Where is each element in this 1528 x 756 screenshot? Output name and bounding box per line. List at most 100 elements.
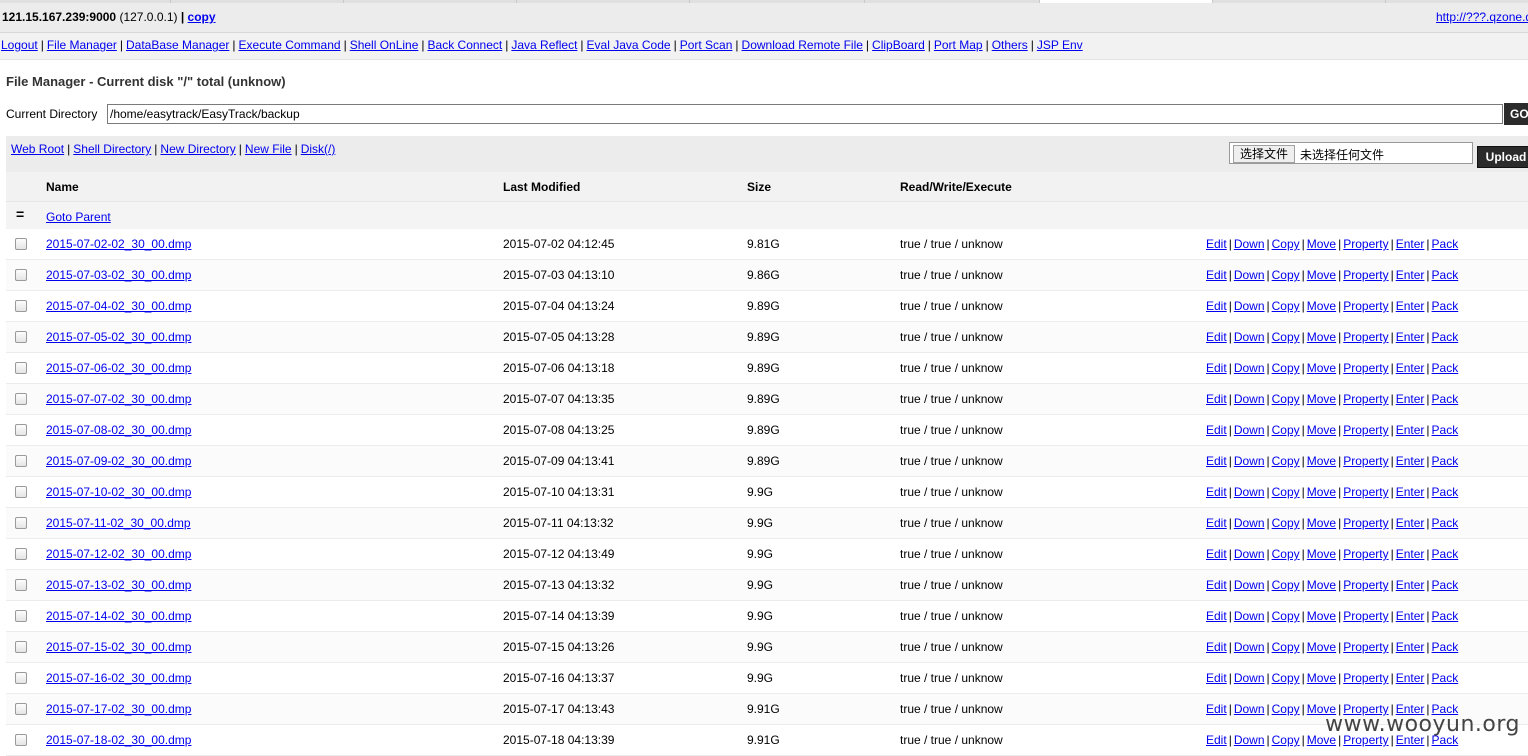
action-move-link[interactable]: Move <box>1307 392 1336 406</box>
nav-link-shell-online[interactable]: Shell OnLine <box>350 38 419 52</box>
action-move-link[interactable]: Move <box>1307 485 1336 499</box>
row-checkbox[interactable] <box>15 269 27 281</box>
nav-link-port-map[interactable]: Port Map <box>934 38 983 52</box>
action-property-link[interactable]: Property <box>1343 361 1388 375</box>
file-name-link[interactable]: 2015-07-09-02_30_00.dmp <box>46 454 191 468</box>
toolbar-link-new-directory[interactable]: New Directory <box>160 142 235 156</box>
action-enter-link[interactable]: Enter <box>1396 578 1425 592</box>
action-property-link[interactable]: Property <box>1343 454 1388 468</box>
toolbar-link-disk[interactable]: Disk(/) <box>301 142 336 156</box>
file-name-link[interactable]: 2015-07-06-02_30_00.dmp <box>46 361 191 375</box>
action-edit-link[interactable]: Edit <box>1206 330 1227 344</box>
action-copy-link[interactable]: Copy <box>1272 423 1300 437</box>
file-name-link[interactable]: 2015-07-12-02_30_00.dmp <box>46 547 191 561</box>
action-down-link[interactable]: Down <box>1234 330 1265 344</box>
row-checkbox[interactable] <box>15 579 27 591</box>
nav-link-jsp-env[interactable]: JSP Env <box>1037 38 1083 52</box>
toolbar-link-web-root[interactable]: Web Root <box>11 142 64 156</box>
action-property-link[interactable]: Property <box>1343 485 1388 499</box>
action-enter-link[interactable]: Enter <box>1396 268 1425 282</box>
action-move-link[interactable]: Move <box>1307 423 1336 437</box>
row-checkbox[interactable] <box>15 238 27 250</box>
action-enter-link[interactable]: Enter <box>1396 609 1425 623</box>
action-edit-link[interactable]: Edit <box>1206 237 1227 251</box>
row-checkbox[interactable] <box>15 300 27 312</box>
action-move-link[interactable]: Move <box>1307 640 1336 654</box>
row-checkbox[interactable] <box>15 703 27 715</box>
file-name-link[interactable]: 2015-07-11-02_30_00.dmp <box>46 516 191 530</box>
file-name-link[interactable]: 2015-07-02-02_30_00.dmp <box>46 237 191 251</box>
action-copy-link[interactable]: Copy <box>1272 671 1300 685</box>
action-pack-link[interactable]: Pack <box>1432 547 1459 561</box>
file-name-link[interactable]: 2015-07-03-02_30_00.dmp <box>46 268 191 282</box>
nav-link-eval-java-code[interactable]: Eval Java Code <box>587 38 671 52</box>
action-property-link[interactable]: Property <box>1343 299 1388 313</box>
action-down-link[interactable]: Down <box>1234 733 1265 747</box>
action-property-link[interactable]: Property <box>1343 640 1388 654</box>
action-move-link[interactable]: Move <box>1307 237 1336 251</box>
action-move-link[interactable]: Move <box>1307 516 1336 530</box>
file-name-link[interactable]: 2015-07-16-02_30_00.dmp <box>46 671 191 685</box>
action-copy-link[interactable]: Copy <box>1272 392 1300 406</box>
row-checkbox[interactable] <box>15 672 27 684</box>
action-down-link[interactable]: Down <box>1234 454 1265 468</box>
action-copy-link[interactable]: Copy <box>1272 454 1300 468</box>
action-down-link[interactable]: Down <box>1234 547 1265 561</box>
action-property-link[interactable]: Property <box>1343 392 1388 406</box>
action-edit-link[interactable]: Edit <box>1206 392 1227 406</box>
upload-button[interactable]: Upload <box>1477 146 1528 168</box>
nav-link-download-remote-file[interactable]: Download Remote File <box>742 38 863 52</box>
nav-link-execute-command[interactable]: Execute Command <box>239 38 341 52</box>
action-copy-link[interactable]: Copy <box>1272 237 1300 251</box>
action-edit-link[interactable]: Edit <box>1206 454 1227 468</box>
choose-file-button[interactable]: 选择文件 <box>1233 145 1296 163</box>
row-checkbox[interactable] <box>15 424 27 436</box>
action-pack-link[interactable]: Pack <box>1432 392 1459 406</box>
action-down-link[interactable]: Down <box>1234 237 1265 251</box>
action-pack-link[interactable]: Pack <box>1432 485 1459 499</box>
row-checkbox[interactable] <box>15 734 27 746</box>
action-pack-link[interactable]: Pack <box>1432 268 1459 282</box>
file-name-link[interactable]: 2015-07-17-02_30_00.dmp <box>46 702 191 716</box>
action-edit-link[interactable]: Edit <box>1206 671 1227 685</box>
action-move-link[interactable]: Move <box>1307 671 1336 685</box>
action-enter-link[interactable]: Enter <box>1396 237 1425 251</box>
action-enter-link[interactable]: Enter <box>1396 330 1425 344</box>
action-copy-link[interactable]: Copy <box>1272 516 1300 530</box>
action-property-link[interactable]: Property <box>1343 237 1388 251</box>
action-pack-link[interactable]: Pack <box>1432 640 1459 654</box>
row-checkbox[interactable] <box>15 331 27 343</box>
action-enter-link[interactable]: Enter <box>1396 485 1425 499</box>
file-name-link[interactable]: 2015-07-10-02_30_00.dmp <box>46 485 191 499</box>
action-edit-link[interactable]: Edit <box>1206 423 1227 437</box>
header-size[interactable]: Size <box>747 180 771 194</box>
action-enter-link[interactable]: Enter <box>1396 516 1425 530</box>
nav-link-database-manager[interactable]: DataBase Manager <box>126 38 229 52</box>
action-copy-link[interactable]: Copy <box>1272 361 1300 375</box>
action-pack-link[interactable]: Pack <box>1432 237 1459 251</box>
file-name-link[interactable]: 2015-07-13-02_30_00.dmp <box>46 578 191 592</box>
row-checkbox[interactable] <box>15 486 27 498</box>
action-enter-link[interactable]: Enter <box>1396 671 1425 685</box>
action-enter-link[interactable]: Enter <box>1396 361 1425 375</box>
nav-link-others[interactable]: Others <box>992 38 1028 52</box>
nav-link-java-reflect[interactable]: Java Reflect <box>511 38 577 52</box>
action-edit-link[interactable]: Edit <box>1206 733 1227 747</box>
toolbar-link-new-file[interactable]: New File <box>245 142 292 156</box>
row-checkbox[interactable] <box>15 455 27 467</box>
action-move-link[interactable]: Move <box>1307 578 1336 592</box>
action-pack-link[interactable]: Pack <box>1432 671 1459 685</box>
action-property-link[interactable]: Property <box>1343 671 1388 685</box>
action-copy-link[interactable]: Copy <box>1272 733 1300 747</box>
nav-link-port-scan[interactable]: Port Scan <box>680 38 733 52</box>
action-edit-link[interactable]: Edit <box>1206 640 1227 654</box>
nav-link-file-manager[interactable]: File Manager <box>47 38 117 52</box>
action-pack-link[interactable]: Pack <box>1432 609 1459 623</box>
action-copy-link[interactable]: Copy <box>1272 609 1300 623</box>
action-move-link[interactable]: Move <box>1307 330 1336 344</box>
action-pack-link[interactable]: Pack <box>1432 330 1459 344</box>
action-copy-link[interactable]: Copy <box>1272 299 1300 313</box>
toolbar-link-shell-directory[interactable]: Shell Directory <box>73 142 151 156</box>
action-property-link[interactable]: Property <box>1343 547 1388 561</box>
action-enter-link[interactable]: Enter <box>1396 640 1425 654</box>
